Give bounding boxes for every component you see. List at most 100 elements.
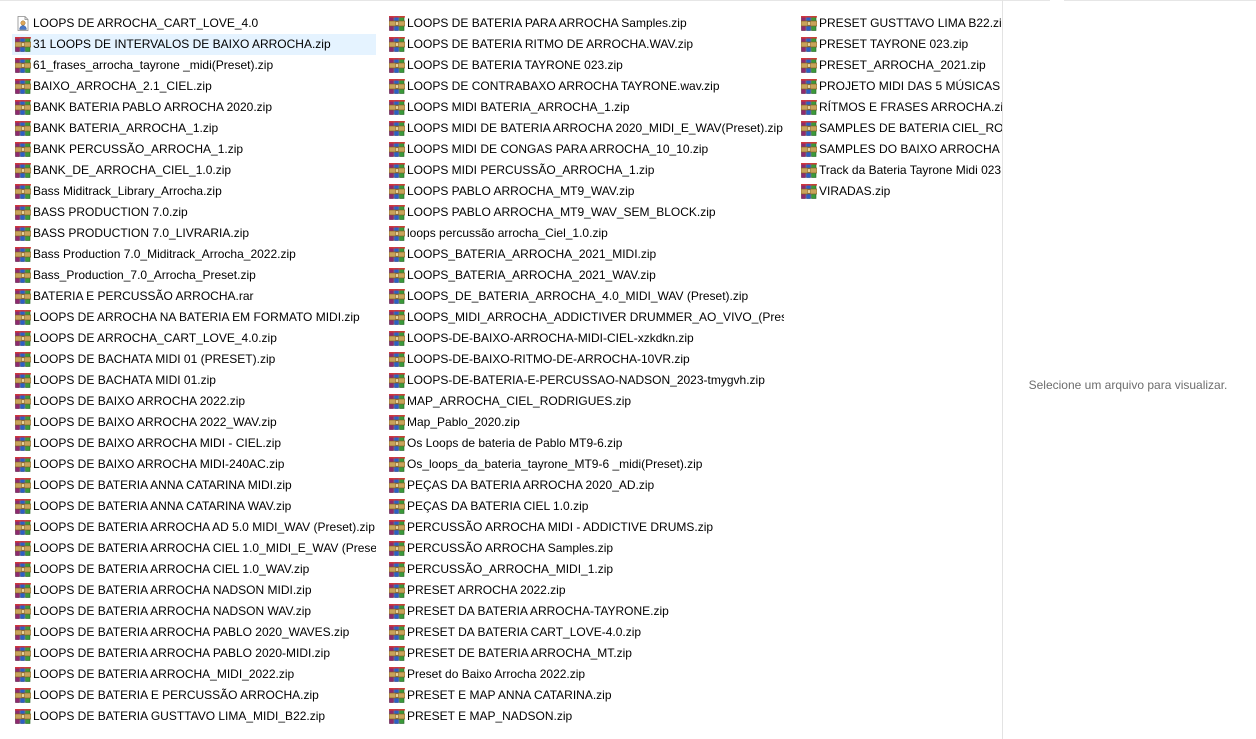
file-item[interactable]: LOOPS_MIDI_ARROCHA_ADDICTIVER DRUMMER_AO… — [386, 307, 784, 328]
file-item[interactable]: Os_loops_da_bateria_tayrone_MT9-6 _midi(… — [386, 454, 784, 475]
winrar-archive-icon — [14, 184, 32, 199]
file-item[interactable]: LOOPS DE BACHATA MIDI 01.zip — [12, 370, 376, 391]
file-item[interactable]: BANK_DE_ARROCHA_CIEL_1.0.zip — [12, 160, 376, 181]
file-item[interactable]: BASS PRODUCTION 7.0_LIVRARIA.zip — [12, 223, 376, 244]
file-item[interactable]: LOOPS DE ARROCHA_CART_LOVE_4.0.zip — [12, 328, 376, 349]
file-item[interactable]: loops percussão arrocha_Ciel_1.0.zip — [386, 223, 784, 244]
file-item[interactable]: LOOPS DE BATERIA ARROCHA PABLO 2020-MIDI… — [12, 643, 376, 664]
file-item[interactable]: LOOPS DE BATERIA ARROCHA AD 5.0 MIDI_WAV… — [12, 517, 376, 538]
file-name: LOOPS DE BAIXO ARROCHA 2022_WAV.zip — [33, 415, 277, 429]
file-item[interactable]: BANK PERCUSSÃO_ARROCHA_1.zip — [12, 139, 376, 160]
file-item[interactable]: LOOPS DE ARROCHA NA BATERIA EM FORMATO M… — [12, 307, 376, 328]
file-item[interactable]: LOOPS_BATERIA_ARROCHA_2021_MIDI.zip — [386, 244, 784, 265]
file-item[interactable]: PRESET DA BATERIA ARROCHA-TAYRONE.zip — [386, 601, 784, 622]
file-item[interactable]: LOOPS DE BATERIA GUSTTAVO LIMA_MIDI_B22.… — [12, 706, 376, 727]
winrar-archive-icon — [14, 625, 32, 640]
file-item[interactable]: SAMPLES DE BATERIA CIEL_RODRI — [798, 118, 1002, 139]
file-item[interactable]: LOOPS DE BAIXO ARROCHA 2022.zip — [12, 391, 376, 412]
file-item[interactable]: LOOPS DE BATERIA E PERCUSSÃO ARROCHA.zip — [12, 685, 376, 706]
file-item[interactable]: LOOPS MIDI BATERIA_ARROCHA_1.zip — [386, 97, 784, 118]
file-item[interactable]: PRESET ARROCHA 2022.zip — [386, 580, 784, 601]
file-item[interactable]: PRESET GUSTTAVO LIMA B22.zip — [798, 13, 1002, 34]
file-item[interactable]: LOOPS PABLO ARROCHA_MT9_WAV_SEM_BLOCK.zi… — [386, 202, 784, 223]
file-item[interactable]: PERCUSSÃO ARROCHA MIDI - ADDICTIVE DRUMS… — [386, 517, 784, 538]
file-item[interactable]: PRESET E MAP_NADSON.zip — [386, 706, 784, 727]
file-item[interactable]: BANK BATERIA PABLO ARROCHA 2020.zip — [12, 97, 376, 118]
file-item[interactable]: MAP_ARROCHA_CIEL_RODRIGUES.zip — [386, 391, 784, 412]
file-item[interactable]: LOOPS DE BACHATA MIDI 01 (PRESET).zip — [12, 349, 376, 370]
file-item[interactable]: LOOPS DE BATERIA ANNA CATARINA MIDI.zip — [12, 475, 376, 496]
winrar-archive-icon — [800, 37, 818, 52]
file-item[interactable]: PEÇAS DA BATERIA ARROCHA 2020_AD.zip — [386, 475, 784, 496]
file-item[interactable]: LOOPS PABLO ARROCHA_MT9_WAV.zip — [386, 181, 784, 202]
winrar-archive-icon — [14, 667, 32, 682]
file-item[interactable]: Bass Miditrack_Library_Arrocha.zip — [12, 181, 376, 202]
file-item[interactable]: PERCUSSÃO_ARROCHA_MIDI_1.zip — [386, 559, 784, 580]
file-list-view[interactable]: LOOPS DE ARROCHA_CART_LOVE_4.0 31 LOOPS … — [0, 0, 1002, 739]
file-item[interactable]: BATERIA E PERCUSSÃO ARROCHA.rar — [12, 286, 376, 307]
file-item[interactable]: PRESET_ARROCHA_2021.zip — [798, 55, 1002, 76]
file-item[interactable]: PEÇAS DA BATERIA CIEL 1.0.zip — [386, 496, 784, 517]
file-item[interactable]: LOOPS-DE-BAIXO-RITMO-DE-ARROCHA-10VR.zip — [386, 349, 784, 370]
file-item[interactable]: PRESET DA BATERIA CART_LOVE-4.0.zip — [386, 622, 784, 643]
file-item[interactable]: PRESET E MAP ANNA CATARINA.zip — [386, 685, 784, 706]
file-name: LOOPS DE BATERIA ARROCHA CIEL 1.0_WAV.zi… — [33, 562, 310, 576]
file-item[interactable]: LOOPS_DE_BATERIA_ARROCHA_4.0_MIDI_WAV (P… — [386, 286, 784, 307]
winrar-archive-icon — [388, 205, 406, 220]
file-item[interactable]: PERCUSSÃO ARROCHA Samples.zip — [386, 538, 784, 559]
winrar-archive-icon — [388, 604, 406, 619]
winrar-archive-icon — [14, 499, 32, 514]
file-item[interactable]: LOOPS MIDI PERCUSSÃO_ARROCHA_1.zip — [386, 160, 784, 181]
file-item[interactable]: VIRADAS.zip — [798, 181, 1002, 202]
file-item[interactable]: 31 LOOPS DE INTERVALOS DE BAIXO ARROCHA.… — [12, 34, 376, 55]
file-item[interactable]: LOOPS-DE-BAIXO-ARROCHA-MIDI-CIEL-xzkdkn.… — [386, 328, 784, 349]
file-item[interactable]: RÍTMOS E FRASES ARROCHA.zip — [798, 97, 1002, 118]
file-item[interactable]: 61_frases_arrocha_tayrone _midi(Preset).… — [12, 55, 376, 76]
winrar-archive-icon — [388, 499, 406, 514]
file-name: SAMPLES DE BATERIA CIEL_RODRI — [819, 121, 1002, 135]
file-item[interactable]: LOOPS DE BATERIA ARROCHA NADSON WAV.zip — [12, 601, 376, 622]
file-item[interactable]: LOOPS DE BATERIA TAYRONE 023.zip — [386, 55, 784, 76]
file-name: LOOPS DE ARROCHA_CART_LOVE_4.0.zip — [33, 331, 277, 345]
file-name: LOOPS DE BAIXO ARROCHA 2022.zip — [33, 394, 246, 408]
file-item[interactable]: LOOPS DE CONTRABAXO ARROCHA TAYRONE.wav.… — [386, 76, 784, 97]
file-item[interactable]: LOOPS-DE-BATERIA-E-PERCUSSAO-NADSON_2023… — [386, 370, 784, 391]
file-item[interactable]: Track da Bateria Tayrone Midi 023.z — [798, 160, 1002, 181]
file-item[interactable]: LOOPS MIDI DE BATERIA ARROCHA 2020_MIDI_… — [386, 118, 784, 139]
winrar-archive-icon — [388, 394, 406, 409]
file-item[interactable]: LOOPS DE BAIXO ARROCHA MIDI - CIEL.zip — [12, 433, 376, 454]
file-item[interactable]: LOOPS DE BATERIA ARROCHA CIEL 1.0_MIDI_E… — [12, 538, 376, 559]
file-item[interactable]: PRESET TAYRONE 023.zip — [798, 34, 1002, 55]
file-item[interactable]: BANK BATERIA_ARROCHA_1.zip — [12, 118, 376, 139]
file-item[interactable]: LOOPS DE BAIXO ARROCHA 2022_WAV.zip — [12, 412, 376, 433]
winrar-archive-icon — [14, 163, 32, 178]
file-item[interactable]: LOOPS DE BATERIA PARA ARROCHA Samples.zi… — [386, 13, 784, 34]
file-item[interactable]: Bass Production 7.0_Miditrack_Arrocha_20… — [12, 244, 376, 265]
file-item[interactable]: Map_Pablo_2020.zip — [386, 412, 784, 433]
file-item[interactable]: Preset do Baixo Arrocha 2022.zip — [386, 664, 784, 685]
file-item[interactable]: LOOPS DE BATERIA ANNA CATARINA WAV.zip — [12, 496, 376, 517]
file-item[interactable]: BASS PRODUCTION 7.0.zip — [12, 202, 376, 223]
file-item[interactable]: LOOPS MIDI DE CONGAS PARA ARROCHA_10_10.… — [386, 139, 784, 160]
file-name: LOOPS MIDI DE BATERIA ARROCHA 2020_MIDI_… — [407, 121, 783, 135]
file-item[interactable]: LOOPS DE BATERIA ARROCHA CIEL 1.0_WAV.zi… — [12, 559, 376, 580]
file-name: 31 LOOPS DE INTERVALOS DE BAIXO ARROCHA.… — [33, 37, 331, 51]
file-name: LOOPS DE BATERIA ARROCHA PABLO 2020-MIDI… — [33, 646, 330, 660]
file-item[interactable]: PRESET DE BATERIA ARROCHA_MT.zip — [386, 643, 784, 664]
file-item[interactable]: LOOPS DE BATERIA RITMO DE ARROCHA.WAV.zi… — [386, 34, 784, 55]
file-item[interactable]: Bass_Production_7.0_Arrocha_Preset.zip — [12, 265, 376, 286]
file-item[interactable]: PROJETO MIDI DAS 5 MÚSICAS AR — [798, 76, 1002, 97]
file-item[interactable]: LOOPS DE BATERIA ARROCHA NADSON MIDI.zip — [12, 580, 376, 601]
winrar-archive-icon — [388, 184, 406, 199]
file-item[interactable]: LOOPS DE BATERIA ARROCHA PABLO 2020_WAVE… — [12, 622, 376, 643]
file-name: LOOPS DE BATERIA GUSTTAVO LIMA_MIDI_B22.… — [33, 709, 326, 723]
file-item[interactable]: BAIXO_ARROCHA_2.1_CIEL.zip — [12, 76, 376, 97]
file-item[interactable]: LOOPS DE BAIXO ARROCHA MIDI-240AC.zip — [12, 454, 376, 475]
file-item[interactable]: SAMPLES DO BAIXO ARROCHA TA — [798, 139, 1002, 160]
file-item[interactable]: LOOPS DE ARROCHA_CART_LOVE_4.0 — [12, 13, 376, 34]
file-item[interactable]: LOOPS_BATERIA_ARROCHA_2021_WAV.zip — [386, 265, 784, 286]
file-name: BATERIA E PERCUSSÃO ARROCHA.rar — [33, 289, 254, 303]
file-item[interactable]: Os Loops de bateria de Pablo MT9-6.zip — [386, 433, 784, 454]
winrar-archive-icon — [800, 100, 818, 115]
file-item[interactable]: LOOPS DE BATERIA ARROCHA_MIDI_2022.zip — [12, 664, 376, 685]
